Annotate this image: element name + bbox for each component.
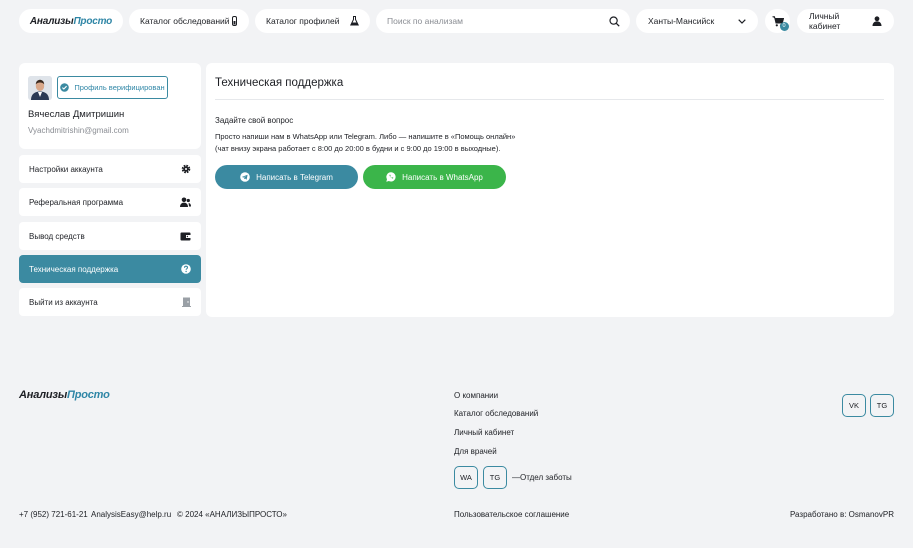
footer-phone[interactable]: +7 (952) 721-61-21 <box>19 510 88 519</box>
footer-logo-text-1: Анализы <box>19 389 68 401</box>
telegram-button[interactable]: Написать в Telegram <box>215 165 358 189</box>
support-panel: Техническая поддержка Задайте свой вопро… <box>206 63 894 317</box>
user-name: Вячеслав Дмитришин <box>28 109 125 120</box>
footer-email[interactable]: AnalysisEasy@help.ru <box>91 510 171 519</box>
title-divider <box>215 99 884 100</box>
test-tube-icon <box>231 16 238 26</box>
sidebar-item-support[interactable]: Техническая поддержка <box>19 255 201 283</box>
users-icon <box>180 197 191 207</box>
city-select[interactable]: Ханты-Мансийск <box>636 9 758 33</box>
check-shield-icon <box>60 83 70 92</box>
footer-link-catalog[interactable]: Каталог обследований <box>454 409 538 418</box>
support-text-line1: Просто напиши нам в WhatsApp или Telegra… <box>215 132 516 141</box>
help-icon <box>181 264 191 274</box>
footer-link-account[interactable]: Личный кабинет <box>454 428 514 437</box>
footer-tg-button-right[interactable]: TG <box>870 394 894 417</box>
catalog-exams-button[interactable]: Каталог обследований <box>129 9 249 33</box>
catalog-profiles-label: Каталог профилей <box>266 16 340 26</box>
sidebar-item-label: Настройки аккаунта <box>29 164 103 174</box>
care-department-label: —Отдел заботы <box>512 473 572 482</box>
wallet-icon <box>180 232 191 241</box>
sidebar-item-logout[interactable]: Выйти из аккаунта <box>19 288 201 316</box>
door-icon <box>182 297 191 307</box>
sidebar-item-referral[interactable]: Реферальная программа <box>19 188 201 216</box>
logo-text-2: Просто <box>73 15 113 27</box>
footer-agreement-link[interactable]: Пользовательское соглашение <box>454 510 569 519</box>
footer-telegram-button[interactable]: TG <box>483 466 507 489</box>
footer-link-about[interactable]: О компании <box>454 391 498 400</box>
footer-logo-text-2: Просто <box>67 389 110 401</box>
sidebar-item-label: Вывод средств <box>29 231 85 241</box>
footer-vk-button[interactable]: VK <box>842 394 866 417</box>
footer-developer[interactable]: Разработано в: OsmanovPR <box>790 510 894 519</box>
city-label: Ханты-Мансийск <box>648 16 715 26</box>
telegram-button-label: Написать в Telegram <box>256 172 333 182</box>
verified-label: Профиль верифицирован <box>74 83 165 92</box>
whatsapp-icon <box>386 172 396 182</box>
catalog-exams-label: Каталог обследований <box>140 16 230 26</box>
logo[interactable]: АнализыПросто <box>30 16 112 27</box>
user-icon <box>872 16 882 26</box>
chevron-down-icon <box>738 18 746 24</box>
sidebar-item-label: Техническая поддержка <box>29 264 119 274</box>
search-icon[interactable] <box>609 15 620 27</box>
catalog-profiles-button[interactable]: Каталог профилей <box>255 9 370 33</box>
whatsapp-button-label: Написать в WhatsApp <box>402 172 483 182</box>
sidebar-item-withdraw[interactable]: Вывод средств <box>19 222 201 250</box>
footer-logo[interactable]: АнализыПросто <box>19 389 110 401</box>
footer-copyright: © 2024 «АНАЛИЗЫПРОСТО» <box>177 510 287 519</box>
whatsapp-button[interactable]: Написать в WhatsApp <box>363 165 506 189</box>
avatar <box>28 76 52 100</box>
profile-card: Профиль верифицирован Вячеслав Дмитришин… <box>19 63 201 149</box>
telegram-icon <box>240 172 250 182</box>
support-subtitle: Задайте свой вопрос <box>215 116 294 125</box>
search-input[interactable]: Поиск по анализам <box>376 9 630 33</box>
footer-link-doctors[interactable]: Для врачей <box>454 447 497 456</box>
search-placeholder: Поиск по анализам <box>387 16 463 26</box>
user-email: Vyachdmitrishin@gmail.com <box>28 126 129 135</box>
support-text-line2: (чат внизу экрана работает с 8:00 до 20:… <box>215 144 501 153</box>
gear-icon <box>181 164 191 174</box>
flask-icon <box>350 16 359 26</box>
page-title: Техническая поддержка <box>215 77 344 89</box>
logo-text-1: Анализы <box>29 15 74 27</box>
sidebar-item-label: Выйти из аккаунта <box>29 297 98 307</box>
footer-whatsapp-button[interactable]: WA <box>454 466 478 489</box>
sidebar-item-label: Реферальная программа <box>29 197 124 207</box>
cart-count-badge: 0 <box>779 21 789 31</box>
account-button[interactable]: Личный кабинет <box>797 9 894 33</box>
account-label: Личный кабинет <box>809 11 841 31</box>
cart-icon: 0 <box>772 15 789 31</box>
sidebar-item-account-settings[interactable]: Настройки аккаунта <box>19 155 201 183</box>
logo-pill[interactable]: АнализыПросто <box>19 9 123 33</box>
verified-badge[interactable]: Профиль верифицирован <box>57 76 168 99</box>
cart-button[interactable]: 0 <box>765 9 790 33</box>
